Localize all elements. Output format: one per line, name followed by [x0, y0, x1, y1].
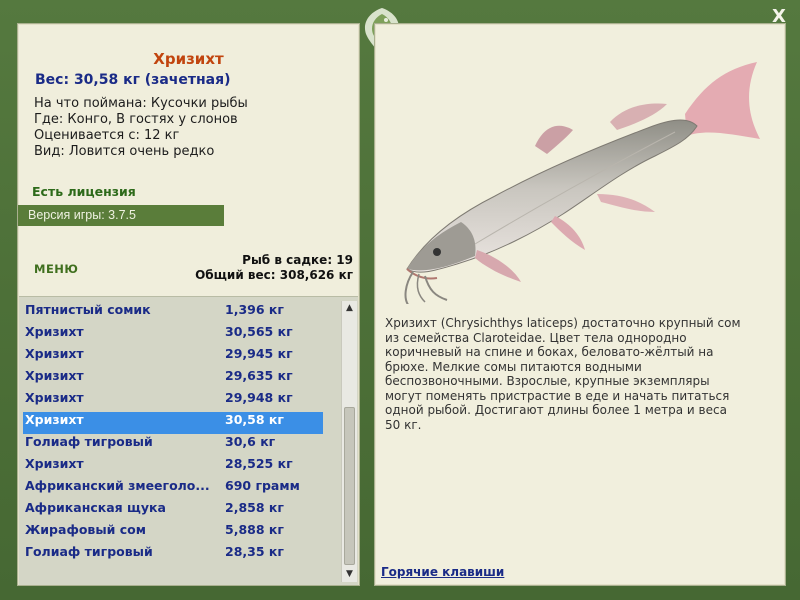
- catch-row-weight: 29,635 кг: [225, 368, 293, 383]
- catch-row-name: Хризихт: [25, 412, 84, 427]
- catch-row-weight: 1,396 кг: [225, 302, 284, 317]
- catch-row-name: Пятнистый сомик: [25, 302, 151, 317]
- version-bar: Версия игры: 3.7.5: [18, 205, 224, 226]
- catch-row-weight: 690 грамм: [225, 478, 300, 493]
- cage-stats: Рыб в садке: 19 Общий вес: 308,626 кг: [195, 253, 353, 283]
- fish-info-panel: Хризихт Вес: 30,58 кг (зачетная) На что …: [17, 23, 360, 586]
- catch-row-weight: 5,888 кг: [225, 522, 284, 537]
- catch-row-name: Голиаф тигровый: [25, 434, 153, 449]
- cage-total-weight: Общий вес: 308,626 кг: [195, 268, 353, 282]
- catch-row-weight: 29,945 кг: [225, 346, 293, 361]
- arrow-up-icon[interactable]: ▲: [342, 301, 357, 316]
- arrow-down-icon[interactable]: ▼: [342, 567, 357, 582]
- catch-list-scrollbar[interactable]: ▲ ▼: [341, 301, 357, 582]
- caught-on-text: На что поймана: Кусочки рыбы: [34, 96, 248, 111]
- catch-row[interactable]: Голиаф тигровый 30,6 кг: [23, 434, 323, 456]
- catch-row-name: Хризихт: [25, 368, 84, 383]
- catch-row-name: Хризихт: [25, 390, 84, 405]
- cage-count: Рыб в садке: 19: [242, 253, 353, 267]
- catch-row[interactable]: Хризихт 29,635 кг: [23, 368, 323, 390]
- fish-title: Хризихт: [153, 50, 224, 68]
- catch-row[interactable]: Хризихт 28,525 кг: [23, 456, 323, 478]
- rated-from-text: Оценивается с: 12 кг: [34, 128, 180, 143]
- catch-row-weight: 28,525 кг: [225, 456, 293, 471]
- catch-row-name: Африканская щука: [25, 500, 166, 515]
- catch-row[interactable]: Хризихт 29,945 кг: [23, 346, 323, 368]
- catch-row[interactable]: Пятнистый сомик 1,396 кг: [23, 302, 323, 324]
- catch-row[interactable]: Голиаф тигровый 28,35 кг: [23, 544, 323, 566]
- catch-row[interactable]: Хризихт 30,58 кг: [23, 412, 323, 434]
- catch-row[interactable]: Хризихт 29,948 кг: [23, 390, 323, 412]
- catch-row-weight: 30,58 кг: [225, 412, 284, 427]
- fish-weight: Вес: 30,58 кг (зачетная): [35, 72, 231, 88]
- catch-row-name: Голиаф тигровый: [25, 544, 153, 559]
- location-text: Где: Конго, В гостях у слонов: [34, 112, 238, 127]
- catch-row[interactable]: Африканская щука 2,858 кг: [23, 500, 323, 522]
- license-status: Есть лицензия: [32, 184, 136, 199]
- hotkeys-link[interactable]: Горячие клавиши: [381, 565, 504, 579]
- fish-description: Хризихт (Chrysichthys laticeps) достаточ…: [385, 316, 741, 432]
- catch-row-weight: 29,948 кг: [225, 390, 293, 405]
- catch-row-weight: 28,35 кг: [225, 544, 284, 559]
- catch-row-name: Хризихт: [25, 346, 84, 361]
- rarity-text: Вид: Ловится очень редко: [34, 144, 215, 159]
- menu-button[interactable]: МЕНЮ: [34, 262, 78, 276]
- catch-row-name: Хризихт: [25, 324, 84, 339]
- catch-row-name: Жирафовый сом: [25, 522, 146, 537]
- catch-row[interactable]: Жирафовый сом 5,888 кг: [23, 522, 323, 544]
- catch-list: Пятнистый сомик 1,396 кг Хризихт 30,565 кг Х…: [19, 296, 358, 585]
- catch-row-weight: 30,565 кг: [225, 324, 293, 339]
- catch-row[interactable]: Африканский змееголо... 690 грамм: [23, 478, 323, 500]
- catch-row-weight: 2,858 кг: [225, 500, 284, 515]
- fish-detail-panel: Хризихт (Chrysichthys laticeps) достаточ…: [374, 23, 786, 586]
- fish-image: [404, 62, 760, 304]
- catch-row-name: Африканский змееголо...: [25, 478, 210, 493]
- catch-row[interactable]: Хризихт 30,565 кг: [23, 324, 323, 346]
- catch-row-name: Хризихт: [25, 456, 84, 471]
- scrollbar-thumb[interactable]: [344, 407, 355, 565]
- catch-row-weight: 30,6 кг: [225, 434, 276, 449]
